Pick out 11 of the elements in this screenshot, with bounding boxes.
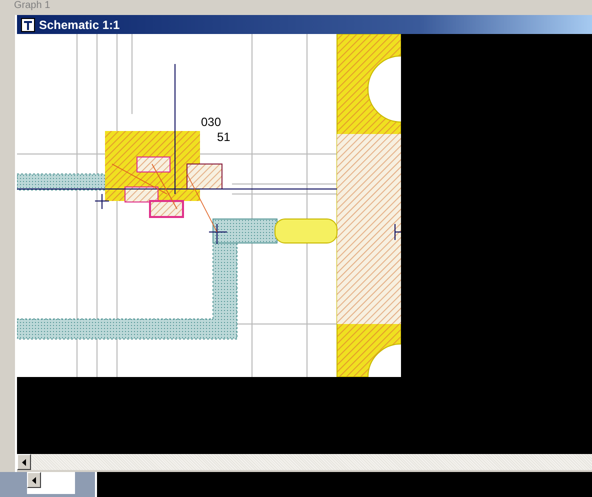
app-icon bbox=[21, 18, 35, 32]
horizontal-scrollbar[interactable] bbox=[27, 472, 75, 494]
window-title: Schematic 1:1 bbox=[39, 18, 120, 32]
net-label: 030 bbox=[201, 115, 222, 129]
left-arrow-icon bbox=[32, 476, 36, 484]
net-label: 51 bbox=[217, 130, 230, 144]
left-arrow-icon bbox=[22, 458, 26, 466]
horizontal-scrollbar[interactable] bbox=[17, 454, 592, 470]
scroll-left-button[interactable] bbox=[17, 454, 31, 470]
window-title: Graph 1 bbox=[14, 0, 50, 11]
scroll-left-button[interactable] bbox=[27, 472, 41, 488]
